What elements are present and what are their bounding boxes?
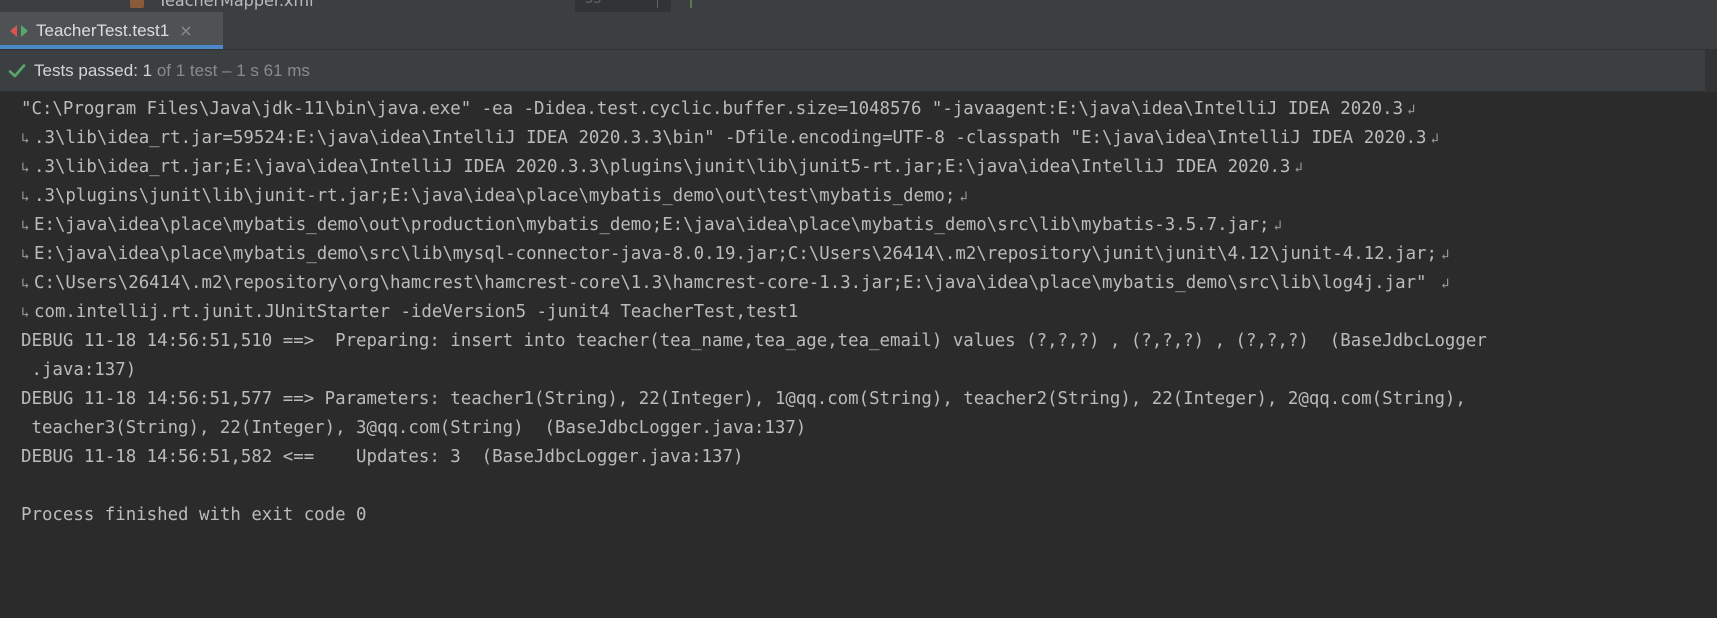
- console-line: ↳ E:\java\idea\place\mybatis_demo\src\lib…: [21, 238, 1449, 270]
- run-tab-label: TeacherTest.test1: [36, 20, 170, 40]
- console-line-text: teacher3(String), 22(Integer), 3@qq.com(…: [21, 418, 807, 438]
- editor-tab-strip: TeacherMapper.xml 35: [0, 0, 1717, 12]
- console-line: ↳ C:\Users\26414\.m2\repository\org\hamcr…: [21, 267, 1449, 299]
- status-bar-edge: [1705, 50, 1717, 92]
- close-icon[interactable]: ×: [179, 22, 193, 38]
- console-line-text: .3\lib\idea_rt.jar;E:\java\idea\IntelliJ…: [34, 157, 1291, 177]
- console-line-text: .java:137): [21, 360, 137, 380]
- xml-file-icon: [130, 0, 144, 8]
- change-marker: [690, 0, 692, 8]
- console-line: DEBUG 11-18 14:56:51,577 ==> Parameters:…: [21, 383, 1466, 415]
- run-tab-bar: TeacherTest.test1 ×: [0, 12, 1717, 50]
- console-line: ↳ .3\lib\idea_rt.jar;E:\java\idea\Intelli…: [21, 151, 1303, 183]
- tests-passed-count: Tests passed: 1: [34, 60, 153, 80]
- console-output[interactable]: "C:\Program Files\Java\jdk-11\bin\java.e…: [0, 93, 1717, 618]
- console-line-text: com.intellij.rt.junit.JUnitStarter -ideV…: [34, 302, 799, 322]
- console-line-text: DEBUG 11-18 14:56:51,510 ==> Preparing: …: [21, 331, 1487, 351]
- active-tab-indicator: [0, 45, 223, 49]
- fold-marker-icon[interactable]: [657, 0, 658, 8]
- test-status-bar: Tests passed: 1 of 1 test – 1 s 61 ms: [0, 50, 1717, 92]
- console-line-text: .3\lib\idea_rt.jar=59524:E:\java\idea\In…: [34, 128, 1427, 148]
- console-line: "C:\Program Files\Java\jdk-11\bin\java.e…: [21, 93, 1415, 125]
- tests-summary-detail: of 1 test – 1 s 61 ms: [152, 60, 310, 80]
- run-tool-window: TeacherMapper.xml 35 TeacherTest.test1 ×…: [0, 0, 1717, 618]
- console-line-text: E:\java\idea\place\mybatis_demo\src\lib\…: [34, 244, 1437, 264]
- run-config-icon: [8, 22, 30, 40]
- console-line-text: "C:\Program Files\Java\jdk-11\bin\java.e…: [21, 99, 1404, 119]
- console-line-text: Process finished with exit code 0: [21, 505, 367, 525]
- line-number: 35: [585, 0, 602, 7]
- console-line: ↳ E:\java\idea\place\mybatis_demo\out\pro…: [21, 209, 1282, 241]
- console-line-text: DEBUG 11-18 14:56:51,577 ==> Parameters:…: [21, 389, 1466, 409]
- console-line-text: .3\plugins\junit\lib\junit-rt.jar;E:\jav…: [34, 186, 956, 206]
- console-line-text: DEBUG 11-18 14:56:51,582 <== Updates: 3 …: [21, 447, 744, 467]
- soft-wrap-icon: ↲: [1441, 276, 1450, 292]
- console-line: .java:137): [21, 354, 136, 386]
- check-icon: [8, 62, 26, 80]
- console-line: teacher3(String), 22(Integer), 3@qq.com(…: [21, 412, 806, 444]
- console-line: Process finished with exit code 0: [21, 499, 367, 531]
- soft-wrap-icon: ↲: [1294, 160, 1303, 176]
- console-line: DEBUG 11-18 14:56:51,582 <== Updates: 3 …: [21, 441, 743, 473]
- console-line: ↳ .3\plugins\junit\lib\junit-rt.jar;E:\ja…: [21, 180, 968, 212]
- editor-file-name[interactable]: TeacherMapper.xml: [158, 0, 314, 10]
- console-line: DEBUG 11-18 14:56:51,510 ==> Preparing: …: [21, 325, 1487, 357]
- tab-teachertest-test1[interactable]: TeacherTest.test1 ×: [0, 12, 223, 49]
- console-line: ↳ .3\lib\idea_rt.jar=59524:E:\java\idea\I…: [21, 122, 1439, 154]
- console-line-text: E:\java\idea\place\mybatis_demo\out\prod…: [34, 215, 1270, 235]
- console-line: ↳ com.intellij.rt.junit.JUnitStarter -ide…: [21, 296, 798, 328]
- console-line-text: C:\Users\26414\.m2\repository\org\hamcre…: [34, 273, 1437, 293]
- soft-wrap-icon: ↲: [1430, 131, 1439, 147]
